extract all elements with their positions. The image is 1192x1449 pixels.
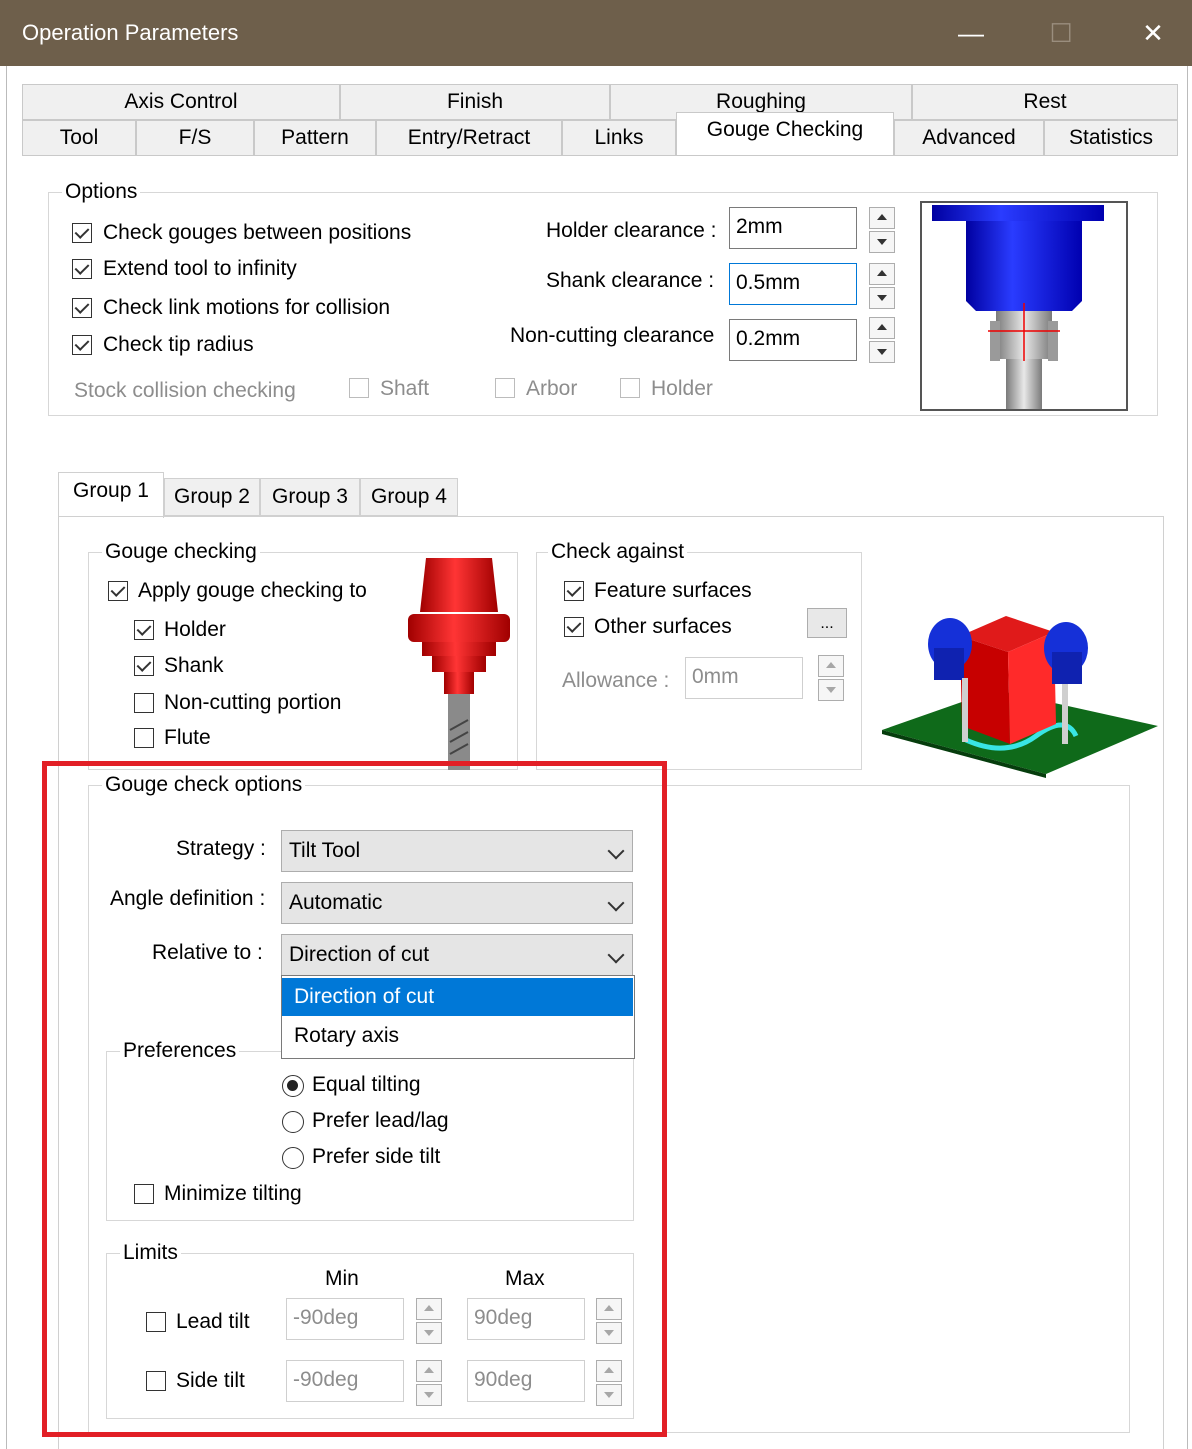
shank-label: Shank: [164, 654, 224, 677]
check-tip-checkbox[interactable]: [72, 335, 92, 355]
holder-label: Holder: [164, 618, 226, 641]
feature-surfaces-label: Feature surfaces: [594, 579, 752, 602]
holder-tool-icon: [408, 558, 510, 770]
tab-fs[interactable]: F/S: [136, 120, 254, 156]
tab-links[interactable]: Links: [562, 120, 676, 156]
highlight-box: [42, 761, 667, 1437]
tab-advanced[interactable]: Advanced: [894, 120, 1044, 156]
other-surfaces-label: Other surfaces: [594, 615, 732, 638]
check-link-label: Check link motions for collision: [103, 296, 391, 319]
tab-group-4[interactable]: Group 4: [360, 478, 458, 516]
tab-group-2[interactable]: Group 2: [164, 478, 260, 516]
maximize-button[interactable]: ☐: [1030, 0, 1092, 66]
apply-gouge-checkbox[interactable]: [108, 581, 128, 601]
flute-checkbox[interactable]: [134, 728, 154, 748]
tab-group-1[interactable]: Group 1: [58, 472, 164, 518]
gouge-scene-icon: [882, 616, 1158, 778]
holder-clearance-spinner[interactable]: [869, 207, 895, 253]
holder-checkbox[interactable]: [134, 620, 154, 640]
noncutting-checkbox[interactable]: [134, 693, 154, 713]
check-gouges-label: Check gouges between positions: [103, 221, 412, 244]
tab-statistics[interactable]: Statistics: [1044, 120, 1178, 156]
title-bar[interactable]: Operation Parameters — ☐ ✕: [0, 0, 1192, 66]
noncutting-label: Non-cutting portion: [164, 691, 342, 714]
tool-clearance-preview: [920, 201, 1128, 411]
tab-pattern[interactable]: Pattern: [254, 120, 376, 156]
tab-gouge-checking[interactable]: Gouge Checking: [676, 112, 894, 156]
other-surfaces-checkbox[interactable]: [564, 617, 584, 637]
shank-clearance-spinner[interactable]: [869, 263, 895, 309]
shank-clearance-label: Shank clearance :: [546, 269, 715, 292]
tab-entry-retract[interactable]: Entry/Retract: [376, 120, 562, 156]
arbor-label: Arbor: [526, 377, 578, 400]
tab-axis-control[interactable]: Axis Control: [22, 84, 340, 120]
minimize-button[interactable]: —: [940, 0, 1002, 66]
other-surfaces-more-button[interactable]: ...: [807, 608, 847, 638]
shank-checkbox[interactable]: [134, 656, 154, 676]
holder-clearance-label: Holder clearance :: [546, 219, 717, 242]
allowance-input[interactable]: 0mm: [685, 657, 803, 699]
stock-collision-label: Stock collision checking: [74, 379, 296, 402]
flute-label: Flute: [164, 726, 211, 749]
holder-stock-label: Holder: [651, 377, 713, 400]
feature-surfaces-checkbox[interactable]: [564, 581, 584, 601]
window-title: Operation Parameters: [22, 20, 239, 45]
tab-finish[interactable]: Finish: [340, 84, 610, 120]
close-button[interactable]: ✕: [1122, 0, 1184, 66]
shank-clearance-input[interactable]: 0.5mm: [729, 263, 857, 305]
noncut-clearance-input[interactable]: 0.2mm: [729, 319, 857, 361]
arbor-checkbox[interactable]: [495, 378, 515, 398]
check-against-legend: Check against: [548, 540, 688, 564]
check-gouges-checkbox[interactable]: [72, 223, 92, 243]
gouge-checking-legend: Gouge checking: [102, 540, 260, 564]
tab-group-3[interactable]: Group 3: [260, 478, 360, 516]
extend-tool-checkbox[interactable]: [72, 259, 92, 279]
check-link-checkbox[interactable]: [72, 298, 92, 318]
tab-tool[interactable]: Tool: [22, 120, 136, 156]
shaft-checkbox[interactable]: [349, 378, 369, 398]
check-tip-label: Check tip radius: [103, 333, 254, 356]
apply-gouge-label: Apply gouge checking to: [138, 579, 367, 602]
holder-clearance-input[interactable]: 2mm: [729, 207, 857, 249]
tool-clearance-icon: [932, 205, 1104, 409]
shaft-label: Shaft: [380, 377, 430, 400]
tab-rest[interactable]: Rest: [912, 84, 1178, 120]
noncut-clearance-label: Non-cutting clearance: [510, 324, 715, 347]
allowance-spinner[interactable]: [818, 655, 844, 701]
tab-divider: [22, 155, 1178, 156]
holder-stock-checkbox[interactable]: [620, 378, 640, 398]
extend-tool-label: Extend tool to infinity: [103, 257, 297, 280]
options-legend: Options: [62, 180, 141, 204]
allowance-label: Allowance :: [562, 669, 670, 692]
noncut-clearance-spinner[interactable]: [869, 317, 895, 363]
